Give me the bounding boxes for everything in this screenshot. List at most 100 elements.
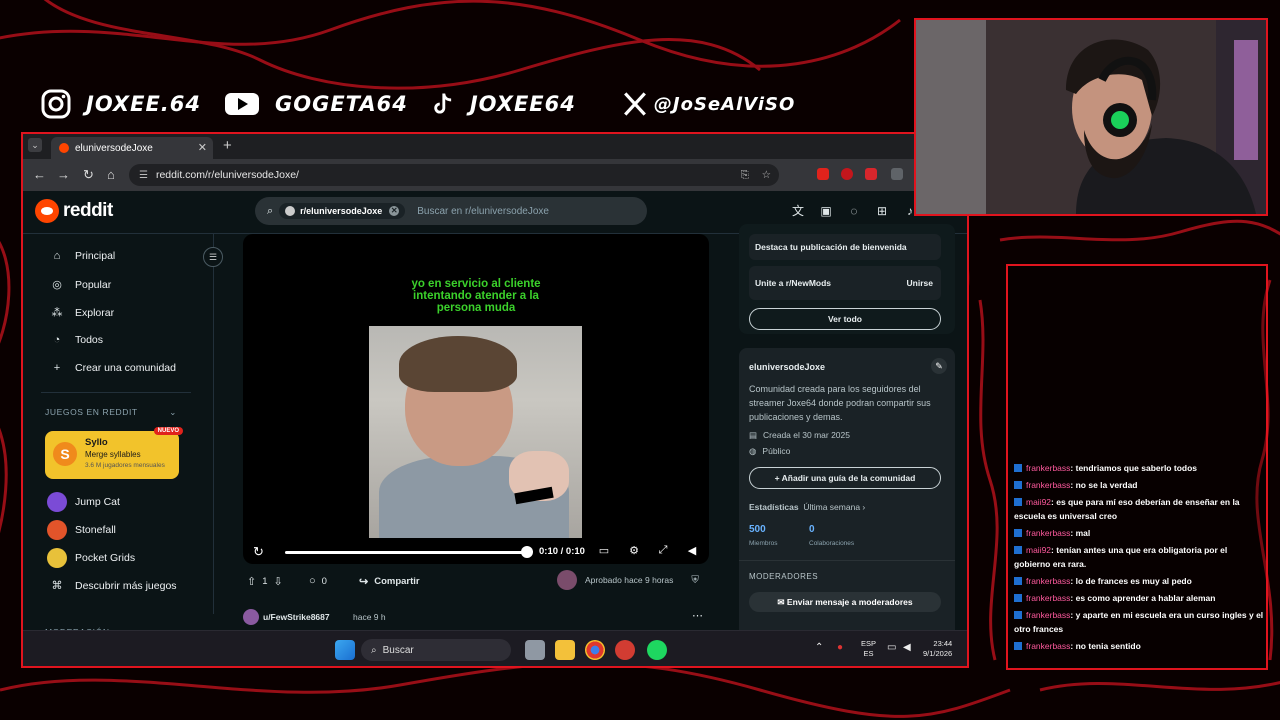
- install-icon[interactable]: ⎘: [741, 169, 749, 182]
- add-guide-button[interactable]: + Añadir una guía de la comunidad: [749, 467, 941, 489]
- tray-chevron-icon[interactable]: ⌃: [815, 643, 823, 653]
- more-options-icon[interactable]: ⋯: [692, 609, 703, 622]
- downvote-icon[interactable]: ⇩: [274, 575, 283, 588]
- shield-icon[interactable]: ⛨: [691, 575, 699, 586]
- video-player[interactable]: yo en servicio al cliente intentando ate…: [243, 234, 709, 564]
- collapse-sidebar-button[interactable]: ☰: [203, 247, 223, 267]
- featured-game-card[interactable]: S Syllo Merge syllables 3.6 M jugadores …: [45, 427, 183, 479]
- game-label: Jump Cat: [75, 496, 120, 508]
- chat-text: : lo de frances es muy al pedo: [1070, 576, 1192, 586]
- comment-time: hace 9 h: [353, 612, 386, 622]
- create-post-icon[interactable]: ⊞: [875, 204, 889, 218]
- fullscreen-icon[interactable]: ⤢: [656, 544, 670, 558]
- game-item[interactable]: Jump Cat: [47, 492, 120, 512]
- search-chip-label: r/eluniversodeJoxe: [300, 206, 383, 216]
- nav-crear-comunidad[interactable]: + Crear una comunidad: [49, 362, 176, 374]
- back-icon[interactable]: ←: [33, 167, 46, 182]
- file-explorer-icon[interactable]: [555, 640, 575, 660]
- video-progress-bar[interactable]: [285, 551, 527, 554]
- captions-icon[interactable]: ▭: [597, 544, 611, 558]
- see-all-button[interactable]: Ver todo: [749, 308, 941, 330]
- game-item[interactable]: Pocket Grids: [47, 548, 135, 568]
- chat-username: maii92: [1026, 497, 1052, 507]
- advertise-icon[interactable]: ▣: [819, 204, 833, 218]
- video-time: 0:10 / 0:10: [539, 546, 585, 557]
- youtube-handle: GOGETA64: [275, 92, 408, 116]
- upvote-icon[interactable]: ⇧: [247, 575, 256, 588]
- site-info-icon[interactable]: ☰: [139, 170, 148, 181]
- spotify-icon[interactable]: [647, 640, 667, 660]
- section-label: JUEGOS EN REDDIT: [45, 407, 138, 417]
- clock[interactable]: 23:44 9/1/2026: [923, 639, 952, 659]
- games-section-header[interactable]: JUEGOS EN REDDIT ⌄: [45, 407, 177, 417]
- comments-button[interactable]: ○ 0: [309, 575, 327, 587]
- reddit-wordmark: reddit: [63, 200, 113, 221]
- network-icon[interactable]: ▭: [887, 643, 896, 653]
- chat-username: frankerbass: [1026, 528, 1071, 538]
- replay-icon[interactable]: ↻: [253, 544, 264, 560]
- chat-message: frankerbass: lo de frances es muy al ped…: [1014, 574, 1264, 588]
- nav-todos[interactable]: ◔ Todos: [49, 334, 103, 346]
- comment-username[interactable]: u/FewStrike8687: [263, 612, 330, 622]
- meme-caption: yo en servicio al cliente intentando ate…: [243, 278, 709, 314]
- reddit-search[interactable]: ⌕ r/eluniversodeJoxe ✕ Buscar en r/eluni…: [255, 197, 647, 225]
- tab-eluniversodejoxe[interactable]: eluniversodeJoxe ✕: [51, 137, 213, 159]
- bookmark-star-icon[interactable]: ☆: [762, 169, 771, 181]
- extension-icon[interactable]: [865, 168, 877, 180]
- search-community-chip[interactable]: r/eluniversodeJoxe ✕: [279, 203, 406, 219]
- chat-text: : tendriamos que saberlo todos: [1070, 463, 1197, 473]
- join-button[interactable]: Unirse: [907, 266, 933, 300]
- webcam-overlay: [914, 18, 1268, 216]
- moderators-heading: MODERADORES: [749, 572, 819, 581]
- translate-icon[interactable]: 文: [791, 204, 805, 218]
- nav-popular[interactable]: ◎ Popular: [49, 278, 111, 292]
- chat-username: frankerbass: [1026, 593, 1071, 603]
- close-tab-icon[interactable]: ✕: [198, 141, 207, 154]
- reload-icon[interactable]: ↻: [83, 167, 94, 183]
- home-browser-icon[interactable]: ⌂: [107, 167, 115, 182]
- address-bar: ← → ↻ ⌂ ☰ reddit.com/r/eluniversodeJoxe/…: [23, 159, 967, 191]
- stats-period[interactable]: Última semana: [803, 502, 860, 512]
- chat-message: maii92: tenían antes una que era obligat…: [1014, 543, 1264, 571]
- nav-principal[interactable]: ⌂ Principal: [49, 250, 116, 262]
- chat-message: frankerbass: no tenia sentido: [1014, 639, 1264, 653]
- nav-label: Principal: [75, 250, 116, 262]
- vote-control[interactable]: ⇧ 1 ⇩: [247, 575, 289, 588]
- taskbar-search[interactable]: ⌕ Buscar: [361, 639, 511, 661]
- comment-count: 0: [321, 575, 327, 587]
- reddit-logo[interactable]: reddit: [35, 199, 113, 223]
- extension-icon[interactable]: [841, 168, 853, 180]
- taskbar-search-label: Buscar: [382, 644, 414, 656]
- url-field[interactable]: ☰ reddit.com/r/eluniversodeJoxe/ ⎘ ☆: [129, 164, 779, 186]
- extension-icon[interactable]: [817, 168, 829, 180]
- obs-icon[interactable]: [615, 640, 635, 660]
- welcome-post-task[interactable]: Destaca tu publicación de bienvenida: [749, 234, 941, 260]
- settings-gear-icon[interactable]: ⚙: [627, 544, 641, 558]
- nav-explorar[interactable]: ⁂ Explorar: [49, 306, 115, 320]
- message-mods-button[interactable]: ✉ Enviar mensaje a moderadores: [749, 592, 941, 612]
- community-info-card: eluniversodeJoxe ✎ Comunidad creada para…: [739, 348, 955, 638]
- chat-icon[interactable]: ◌: [847, 204, 861, 218]
- chat-message: frankerbass: tendriamos que saberlo todo…: [1014, 461, 1264, 475]
- forward-icon[interactable]: →: [57, 167, 70, 182]
- discover-games[interactable]: ⌘ Descubrir más juegos: [49, 579, 177, 593]
- share-button[interactable]: ↪ Compartir: [359, 575, 420, 588]
- chat-message: frankerbass: es como aprender a hablar a…: [1014, 591, 1264, 605]
- search-icon: ⌕: [267, 204, 274, 217]
- new-tab-button[interactable]: +: [223, 137, 232, 154]
- share-icon: ↪: [359, 576, 369, 588]
- volume-icon[interactable]: ◀: [903, 643, 911, 653]
- extensions-puzzle-icon[interactable]: [891, 168, 903, 180]
- windows-start-icon[interactable]: [335, 640, 355, 660]
- chrome-icon[interactable]: [585, 640, 605, 660]
- tab-search-icon[interactable]: ⌄: [28, 138, 42, 152]
- divider: [41, 392, 191, 393]
- game-item[interactable]: Stonefall: [47, 520, 116, 540]
- microphone-icon[interactable]: ●: [837, 643, 843, 653]
- edit-pencil-icon[interactable]: ✎: [931, 358, 947, 374]
- progress-knob[interactable]: [521, 546, 533, 558]
- volume-icon[interactable]: ◀: [685, 544, 699, 558]
- language-indicator[interactable]: ESP ES: [861, 639, 876, 659]
- clear-chip-icon[interactable]: ✕: [389, 206, 400, 216]
- task-view-icon[interactable]: [525, 640, 545, 660]
